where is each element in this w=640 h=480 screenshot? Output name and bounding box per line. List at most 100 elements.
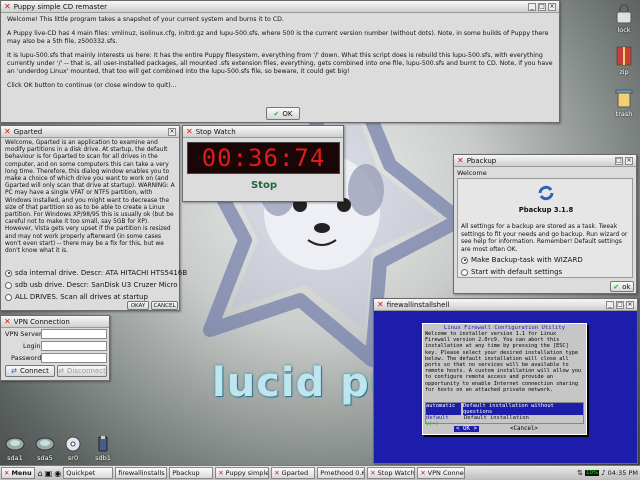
drive-icon-sda1[interactable]: sda1 (4, 436, 26, 462)
stopwatch-display: 00:36:74 (187, 142, 340, 174)
pbackup-description: All settings for a backup are stored as … (461, 223, 628, 253)
radio-wizard[interactable]: Make Backup-task with WIZARD (461, 256, 583, 264)
firewall-option-automatic[interactable]: automatic Default installation without q… (426, 403, 583, 415)
pbackup-ok-button[interactable]: ✔ ok (610, 281, 634, 292)
app-icon: ✕ (370, 469, 376, 477)
pbackup-tab[interactable]: Welcome (457, 169, 487, 177)
window-title: Gparted (13, 127, 43, 136)
close-button[interactable]: × (548, 2, 556, 11)
disconnect-icon: ⇄ (58, 367, 64, 375)
firewall-dialog: Linux Firewall Configuration Utility Wel… (422, 323, 587, 435)
stop-button[interactable]: Stop (238, 180, 290, 191)
radio-dot (5, 269, 12, 277)
window-title: Stop Watch (195, 127, 236, 136)
disconnect-button[interactable]: ⇄ Disconnect (57, 365, 107, 377)
radio-sda[interactable]: sda internal drive. Descr: ATA HITACHI H… (5, 269, 187, 277)
app-icon: ✕ (218, 469, 224, 477)
app-icon: ✕ (4, 127, 11, 136)
drive-icon-sda5[interactable]: sda5 (34, 436, 56, 462)
drive-icon-sr0[interactable]: sr0 (62, 436, 84, 462)
system-tray: ⇅ 10% ♪ 04:35 PM (577, 469, 640, 477)
taskbar: ✕ Menu ⌂ ▣ ◉ Quickpet firewallinstalls P… (0, 465, 640, 480)
drive-label: sda1 (7, 454, 23, 462)
vpn-login-input[interactable] (41, 341, 107, 351)
task-gparted[interactable]: ✕ Gparted (271, 467, 316, 479)
zip-icon (616, 46, 632, 66)
task-stopwatch[interactable]: ✕ Stop Watch (367, 467, 416, 479)
radio-dot (5, 293, 12, 301)
puppy-menu-icon: ✕ (4, 469, 10, 477)
firewall-ok-button[interactable]: < OK > (454, 426, 479, 432)
firewall-cancel-button[interactable]: <Cancel> (510, 426, 538, 432)
remaster-window: ✕ Puppy simple CD remaster _ □ × Welcome! … (0, 0, 560, 123)
app-icon: ✕ (274, 469, 280, 477)
volume-icon[interactable]: ♪ (601, 469, 605, 477)
vpn-password-input[interactable] (41, 353, 107, 363)
app-icon: ✕ (377, 300, 384, 309)
radio-dot (461, 256, 468, 264)
stopwatch-titlebar[interactable]: ✕ Stop Watch (183, 126, 343, 138)
desktop-icon-label: lock (617, 26, 631, 34)
drive-label: sdb1 (95, 454, 111, 462)
firewall-options-list: automatic Default installation without q… (425, 402, 584, 427)
firewall-window: ✕ firewallinstallshell _ □ × Linux Firewal… (373, 298, 638, 464)
desktop-icon-trash[interactable]: trash (612, 88, 636, 118)
task-pbackup[interactable]: Pbackup (169, 467, 214, 479)
minimize-button[interactable]: _ (606, 300, 614, 309)
optical-drive-icon (65, 436, 81, 452)
task-firewall[interactable]: firewallinstalls (115, 467, 168, 479)
radio-dot (461, 268, 468, 276)
ok-icon: ✔ (613, 282, 620, 291)
vpn-window: ✕ VPN Connection VPN Server: Login: Pass… (0, 315, 110, 381)
drive-icon-sdb1[interactable]: sdb1 (92, 436, 114, 462)
maximize-button[interactable]: □ (538, 2, 546, 11)
task-pmethood[interactable]: Pmethood 0.6 (317, 467, 366, 479)
hard-drive-icon (5, 437, 25, 451)
maximize-button[interactable]: □ (616, 300, 624, 309)
desktop-icon-zip[interactable]: zip (612, 46, 636, 76)
instruction-paragraph: Click OK button to continue (or close wi… (7, 82, 177, 89)
minimize-button[interactable]: _ (528, 2, 536, 11)
firewall-more-indicator: v(+) (426, 421, 439, 427)
ok-icon: ✔ (273, 109, 280, 118)
task-remaster[interactable]: ✕Puppy simple C (215, 467, 270, 479)
desktop-icon-lock[interactable]: lock (612, 4, 636, 34)
cancel-button[interactable]: CANCEL (151, 301, 178, 310)
gparted-titlebar[interactable]: ✕ Gparted × (1, 126, 179, 138)
firewall-titlebar[interactable]: ✕ firewallinstallshell _ □ × (374, 299, 637, 311)
firewall-dialog-text: Welcome to installer version 1.1 for Lin… (425, 331, 582, 393)
browser-icon[interactable]: ◉ (54, 469, 61, 478)
pbackup-app-name: Pbackup 3.1.8 (518, 206, 574, 214)
ok-button[interactable]: ✔ OK (266, 107, 300, 120)
clock[interactable]: 04:35 PM (608, 469, 638, 477)
gparted-text: Welcome, Gparted is an application to ex… (5, 140, 175, 255)
app-icon: ✕ (4, 2, 11, 11)
vpn-titlebar[interactable]: ✕ VPN Connection (1, 316, 109, 328)
vpn-server-label: VPN Server: (5, 330, 44, 338)
menu-button[interactable]: ✕ Menu (1, 467, 35, 479)
remaster-text: Welcome! This little program takes a sna… (1, 13, 559, 93)
okay-button[interactable]: OKAY (127, 301, 149, 310)
lock-icon (616, 4, 632, 24)
app-icon: ✕ (420, 469, 426, 477)
home-icon[interactable]: ⌂ (38, 469, 43, 478)
task-quickpet[interactable]: Quickpet (63, 467, 114, 479)
maximize-button[interactable]: □ (615, 156, 623, 165)
remaster-titlebar[interactable]: ✕ Puppy simple CD remaster _ □ × (1, 1, 559, 13)
app-icon: ✕ (4, 317, 11, 326)
close-button[interactable]: × (626, 300, 634, 309)
cpu-meter: 10% (584, 470, 600, 476)
pbackup-titlebar[interactable]: ✕ Pbackup □ × (454, 155, 636, 167)
radio-default-settings[interactable]: Start with default settings (461, 268, 562, 276)
network-icon[interactable]: ⇅ (577, 469, 583, 477)
pbackup-logo-icon (538, 185, 554, 201)
connect-icon: ⇄ (11, 367, 17, 375)
task-vpn[interactable]: ✕VPN Connecti (417, 467, 466, 479)
vpn-server-input[interactable] (41, 329, 107, 339)
radio-all-drives[interactable]: ALL DRIVES. Scan all drives at startup (5, 293, 148, 301)
close-button[interactable]: × (625, 156, 633, 165)
terminal-icon[interactable]: ▣ (45, 469, 53, 478)
radio-sdb[interactable]: sdb usb drive. Descr: SanDisk U3 Cruzer … (5, 281, 178, 289)
connect-button[interactable]: ⇄ Connect (5, 365, 55, 377)
close-button[interactable]: × (168, 127, 176, 136)
